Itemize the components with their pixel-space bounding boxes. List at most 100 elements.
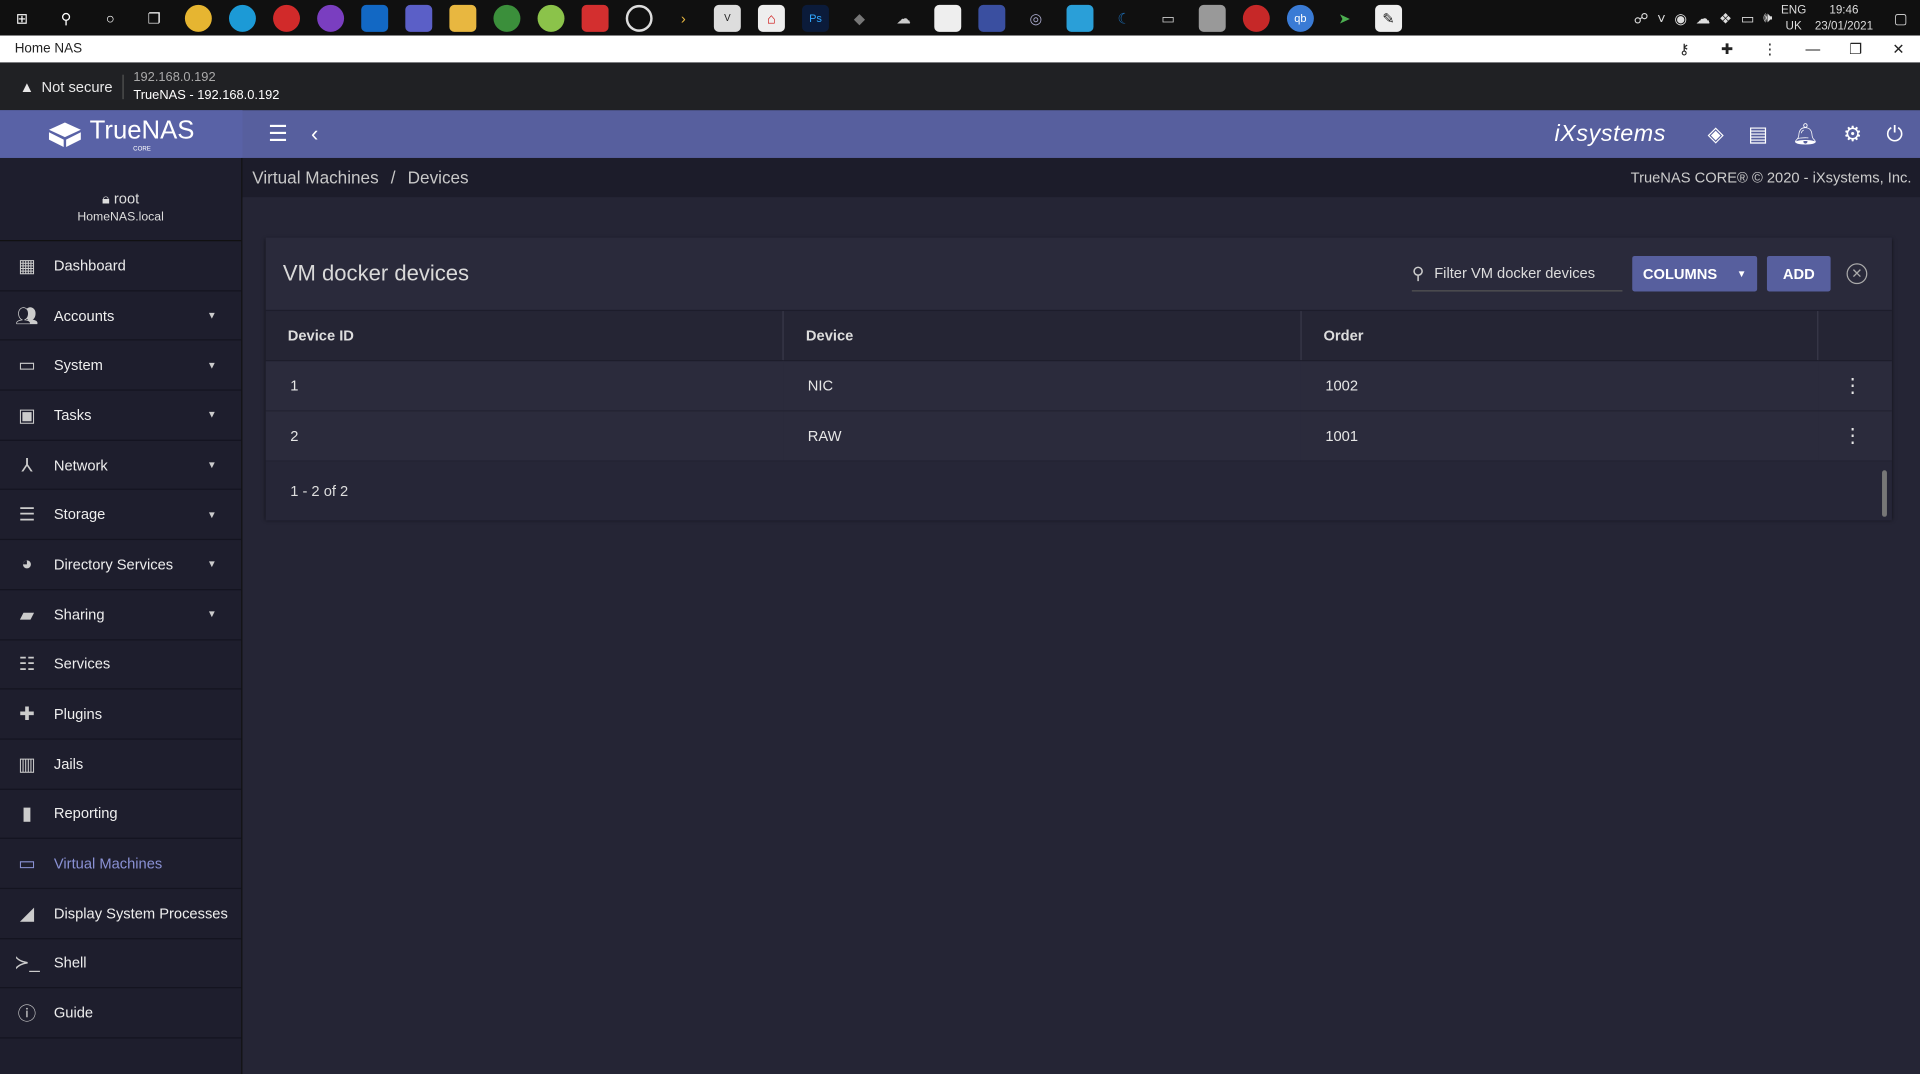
breadcrumb-link-virtual-machines[interactable]: Virtual Machines bbox=[252, 168, 378, 188]
chrome-icon[interactable] bbox=[184, 4, 212, 32]
sidebar-item-dashboard[interactable]: ▦ Dashboard bbox=[0, 241, 242, 292]
close-window-button[interactable]: ✕ bbox=[1877, 40, 1920, 57]
truenas-logo[interactable]: TrueNAS CORE bbox=[0, 110, 243, 158]
security-indicator[interactable]: ▲ Not secure bbox=[20, 78, 113, 95]
sidebar-item-display-system-processes[interactable]: ◢ Display System Processes bbox=[0, 889, 242, 939]
podcast-icon[interactable] bbox=[317, 4, 345, 32]
breadcrumb-separator: / bbox=[390, 167, 396, 188]
filter-input[interactable] bbox=[1434, 264, 1606, 282]
sidebar-item-network[interactable]: ⅄ Network ▼ bbox=[0, 441, 242, 491]
chevron-left-icon[interactable]: ‹ bbox=[296, 121, 333, 147]
search-icon[interactable]: ⚲ bbox=[53, 4, 80, 31]
teams-icon[interactable] bbox=[405, 4, 433, 32]
sidebar-item-shell[interactable]: ≻_ Shell bbox=[0, 939, 242, 989]
sidebar-item-jails[interactable]: ▥ Jails bbox=[0, 740, 242, 790]
search-icon: ⚲ bbox=[1411, 262, 1425, 283]
app-icon[interactable] bbox=[581, 4, 609, 32]
table-row[interactable]: 1 NIC 1002 ⋮ bbox=[265, 360, 1892, 411]
sidebar-item-system[interactable]: ▭ System ▼ bbox=[0, 341, 242, 391]
photoshop-icon[interactable]: Ps bbox=[802, 4, 829, 32]
store-icon[interactable] bbox=[934, 4, 962, 32]
sidebar-item-services[interactable]: ☷ Services bbox=[0, 640, 242, 690]
sidebar-item-virtual-machines[interactable]: ▭ Virtual Machines bbox=[0, 839, 242, 890]
acrobat-icon[interactable]: ⌂ bbox=[757, 4, 785, 32]
app-icon[interactable] bbox=[537, 4, 565, 32]
restore-button[interactable]: ❐ bbox=[1834, 40, 1877, 57]
sidebar-item-label: Plugins bbox=[53, 705, 103, 723]
menu-dots-icon[interactable]: ⋮ bbox=[1749, 40, 1792, 57]
opera-icon[interactable] bbox=[273, 4, 301, 32]
ixsystems-logo[interactable]: iXsystems bbox=[1554, 121, 1666, 148]
chevron-up-icon[interactable]: ˅ bbox=[1657, 9, 1666, 26]
1password-icon[interactable] bbox=[625, 4, 653, 32]
vnc-icon[interactable]: V bbox=[713, 4, 741, 32]
clock[interactable]: 19:46 23/01/2021 bbox=[1815, 2, 1873, 34]
address-bar[interactable]: ▲ Not secure 192.168.0.192 TrueNAS - 192… bbox=[0, 62, 1920, 111]
cell-device-id: 2 bbox=[265, 410, 784, 462]
sidebar-item-guide[interactable]: ⓘ Guide bbox=[0, 989, 242, 1039]
app-icon[interactable] bbox=[1066, 4, 1094, 32]
directory-icon: ◕ bbox=[21, 554, 33, 575]
minimize-button[interactable]: — bbox=[1791, 40, 1834, 57]
update-icon[interactable]: ◈ bbox=[1708, 122, 1724, 146]
close-icon[interactable]: ✕ bbox=[1846, 263, 1868, 285]
app-icon[interactable]: ☁ bbox=[890, 4, 917, 31]
hamburger-menu-icon[interactable]: ☰ bbox=[260, 121, 297, 147]
address-text[interactable]: 192.168.0.192 TrueNAS - 192.168.0.192 bbox=[133, 68, 279, 105]
sidebar-item-label: Storage bbox=[53, 506, 106, 524]
column-header-order[interactable]: Order bbox=[1300, 311, 1819, 361]
network-icon[interactable]: ▭ bbox=[1741, 9, 1755, 26]
app-icon[interactable] bbox=[1242, 4, 1270, 32]
app-icon[interactable]: ➤ bbox=[1331, 4, 1358, 31]
chevron-icon[interactable]: › bbox=[670, 4, 697, 31]
dropbox-icon[interactable]: ❖ bbox=[1719, 9, 1732, 26]
column-header-device[interactable]: Device bbox=[783, 311, 1302, 361]
sidebar-item-accounts[interactable]: 👥︎ Accounts ▼ bbox=[0, 291, 242, 341]
add-button[interactable]: ADD bbox=[1766, 255, 1831, 292]
sidebar-item-plugins[interactable]: ✚ Plugins bbox=[0, 690, 242, 740]
tray-app-icon[interactable]: ◉ bbox=[1674, 9, 1687, 26]
column-header-device-id[interactable]: Device ID bbox=[265, 311, 784, 361]
extensions-icon[interactable]: ✚ bbox=[1706, 40, 1749, 57]
sidebar-item-storage[interactable]: ☰ Storage ▼ bbox=[0, 490, 242, 541]
clipboard-icon[interactable]: ▤ bbox=[1748, 122, 1768, 146]
more-vert-icon[interactable]: ⋮ bbox=[1818, 360, 1892, 411]
app-icon[interactable]: ◎ bbox=[1022, 4, 1049, 31]
qbittorrent-icon[interactable]: qb bbox=[1286, 4, 1314, 32]
terminal-icon[interactable]: ✎ bbox=[1375, 4, 1403, 32]
scrollbar[interactable] bbox=[1882, 470, 1887, 517]
power-icon[interactable]: ⏻ bbox=[1886, 122, 1902, 146]
filter-field[interactable]: ⚲ bbox=[1411, 257, 1623, 291]
table-row[interactable]: 2 RAW 1001 ⋮ bbox=[265, 410, 1892, 462]
file-explorer-icon[interactable] bbox=[449, 4, 477, 32]
sidebar-item-sharing[interactable]: ▰ Sharing ▼ bbox=[0, 590, 242, 640]
card-title: VM docker devices bbox=[282, 260, 470, 286]
cell-order: 1002 bbox=[1300, 360, 1819, 411]
language-indicator[interactable]: ENG UK bbox=[1781, 2, 1806, 34]
app-icon[interactable] bbox=[978, 4, 1006, 32]
onedrive-icon[interactable]: ☁ bbox=[1696, 9, 1711, 26]
volume-icon[interactable]: 🕪 bbox=[1763, 9, 1772, 27]
outlook-icon[interactable] bbox=[361, 4, 389, 32]
more-vert-icon[interactable]: ⋮ bbox=[1818, 410, 1892, 462]
sidebar-item-directory-services[interactable]: ◕ Directory Services ▼ bbox=[0, 540, 242, 591]
task-view-icon[interactable]: ❐ bbox=[141, 4, 168, 31]
calculator-icon[interactable] bbox=[1198, 4, 1226, 32]
gear-icon[interactable]: ⚙ bbox=[1843, 122, 1862, 146]
edge-icon[interactable] bbox=[228, 4, 256, 32]
screen: ⊞ ⚲ ○ ❐ › V ⌂ Ps ◆ ☁ ◎ ☾ ▭ qb ➤ ✎ ☍ ˅ ◉ … bbox=[0, 0, 1920, 1074]
notification-icon[interactable]: ▢ bbox=[1894, 9, 1908, 26]
app-icon[interactable]: ☾ bbox=[1111, 4, 1138, 31]
app-icon[interactable]: ▭ bbox=[1155, 4, 1182, 31]
sidebar-item-reporting[interactable]: ▮ Reporting bbox=[0, 789, 242, 840]
windows-icon[interactable]: ⊞ bbox=[9, 4, 36, 31]
cortana-icon[interactable]: ○ bbox=[97, 4, 124, 31]
key-icon[interactable]: ⚷ bbox=[1663, 40, 1706, 57]
columns-button[interactable]: COLUMNS ▼ bbox=[1632, 255, 1758, 292]
sidebar-item-tasks[interactable]: ▣ Tasks ▼ bbox=[0, 391, 242, 441]
bell-icon[interactable]: 🔔︎ bbox=[1792, 122, 1818, 146]
app-icon[interactable] bbox=[493, 4, 521, 32]
app-icon[interactable]: ◆ bbox=[846, 4, 873, 31]
people-icon[interactable]: ☍ bbox=[1634, 9, 1649, 26]
sidebar-item-label: Jails bbox=[53, 755, 84, 773]
